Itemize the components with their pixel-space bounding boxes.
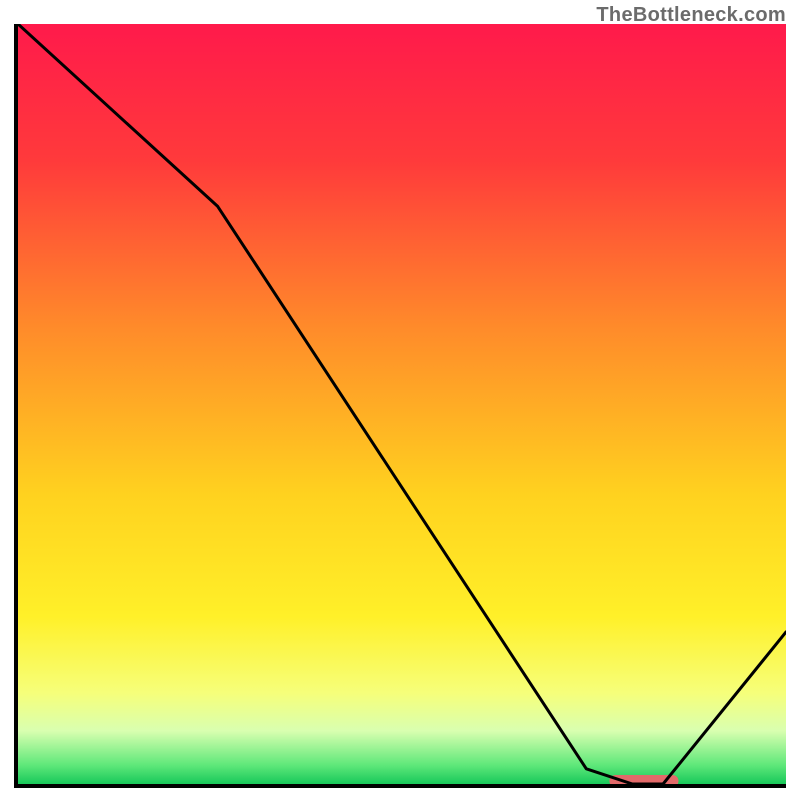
- chart-curve-layer: [18, 24, 786, 784]
- chart-plot-area: [14, 24, 786, 788]
- chart-curve: [18, 24, 786, 784]
- chart-stage: TheBottleneck.com: [0, 0, 800, 800]
